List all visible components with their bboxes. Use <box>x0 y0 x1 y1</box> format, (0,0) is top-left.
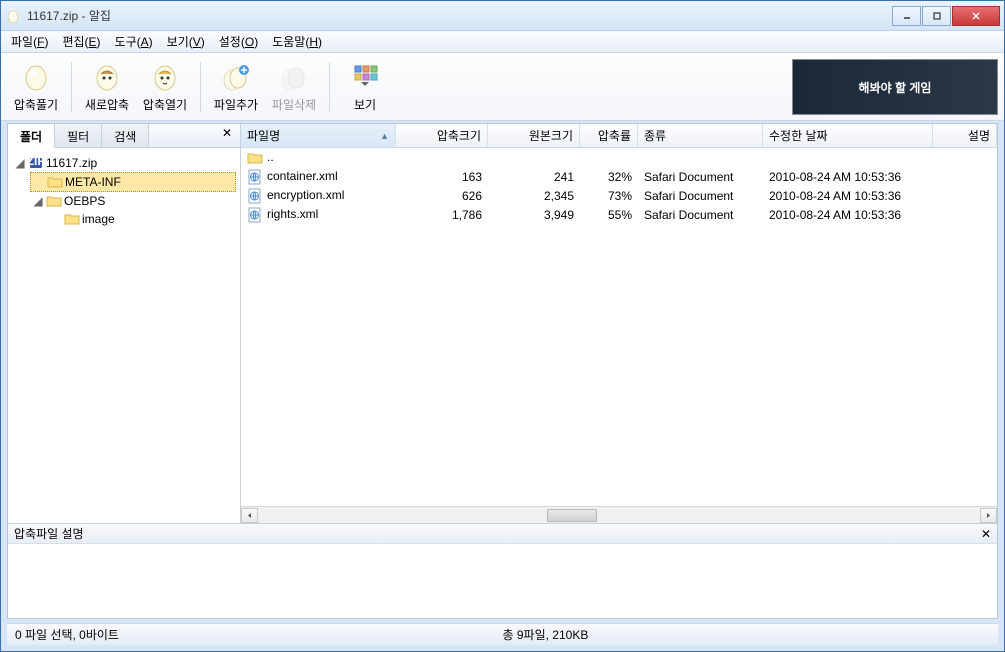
left-panel-tabs: 폴더 필터 검색 ✕ <box>8 124 240 148</box>
window-controls <box>892 6 1000 26</box>
menu-edit[interactable]: 편집(E) <box>56 31 106 52</box>
folder-icon <box>47 174 63 190</box>
horizontal-scrollbar[interactable] <box>241 506 997 523</box>
new-archive-button[interactable]: 새로압축 <box>78 57 136 117</box>
extract-button[interactable]: 압축풀기 <box>7 57 65 117</box>
tree-node-root[interactable]: ◢ ZIP 11617.zip <box>12 154 236 172</box>
view-icon <box>349 60 381 92</box>
menu-view[interactable]: 보기(V) <box>161 31 211 52</box>
statusbar: 0 파일 선택, 0바이트 총 9파일, 210KB <box>7 623 998 645</box>
app-icon <box>5 8 21 24</box>
file-list-panel: 파일명▲ 압축크기 원본크기 압축률 종류 수정한 날짜 설명 .. <box>241 124 997 523</box>
open-archive-icon <box>149 60 181 92</box>
app-window: 11617.zip - 알집 파일(F) 편집(E) 도구(A) 보기(V) 설… <box>0 0 1005 652</box>
new-archive-icon <box>91 60 123 92</box>
tree-node-image[interactable]: image <box>48 210 236 228</box>
column-ratio[interactable]: 압축률 <box>580 124 638 147</box>
content-area: 폴더 필터 검색 ✕ ◢ ZIP 11617.zip <box>7 123 998 619</box>
column-description[interactable]: 설명 <box>933 124 997 147</box>
titlebar[interactable]: 11617.zip - 알집 <box>1 1 1004 31</box>
column-compressed-size[interactable]: 압축크기 <box>396 124 488 147</box>
collapse-icon[interactable]: ◢ <box>32 195 44 207</box>
zip-file-icon: ZIP <box>28 155 44 171</box>
tab-search[interactable]: 검색 <box>102 124 149 147</box>
description-panel: 압축파일 설명 ✕ <box>8 523 997 618</box>
delete-file-button: 파일삭제 <box>265 57 323 117</box>
svg-text:ZIP: ZIP <box>28 155 44 168</box>
view-button[interactable]: 보기 <box>336 57 394 117</box>
description-header: 압축파일 설명 ✕ <box>8 524 997 544</box>
folder-icon <box>46 193 62 209</box>
column-name[interactable]: 파일명▲ <box>241 124 396 147</box>
menu-file[interactable]: 파일(F) <box>5 31 54 52</box>
menu-tools[interactable]: 도구(A) <box>109 31 159 52</box>
scroll-thumb[interactable] <box>547 509 597 522</box>
tree-node-metainf[interactable]: META-INF <box>30 172 236 192</box>
status-selection: 0 파일 선택, 0바이트 <box>15 626 503 643</box>
xml-file-icon <box>247 188 263 204</box>
tab-folder[interactable]: 폴더 <box>8 124 55 148</box>
close-description-button[interactable]: ✕ <box>981 527 991 541</box>
egg-extract-icon <box>20 60 52 92</box>
scroll-left-button[interactable] <box>241 508 258 523</box>
scroll-track[interactable] <box>258 508 980 523</box>
file-row[interactable]: rights.xml 1,786 3,949 55% Safari Docume… <box>241 205 997 224</box>
maximize-button[interactable] <box>922 6 951 26</box>
open-archive-button[interactable]: 압축열기 <box>136 57 194 117</box>
sort-asc-icon: ▲ <box>380 131 389 141</box>
scroll-right-button[interactable] <box>980 508 997 523</box>
menubar: 파일(F) 편집(E) 도구(A) 보기(V) 설정(O) 도움말(H) <box>1 31 1004 53</box>
toolbar-separator <box>200 62 201 112</box>
file-list[interactable]: .. container.xml 163 241 32% Safari Docu <box>241 148 997 506</box>
folder-tree[interactable]: ◢ ZIP 11617.zip META-INF ◢ O <box>8 148 240 523</box>
tab-filter[interactable]: 필터 <box>55 124 102 147</box>
column-date[interactable]: 수정한 날짜 <box>763 124 933 147</box>
add-file-icon <box>220 60 252 92</box>
close-button[interactable] <box>952 6 1000 26</box>
description-title: 압축파일 설명 <box>14 525 84 542</box>
folder-up-icon <box>247 150 263 166</box>
toolbar-separator <box>71 62 72 112</box>
main-split: 폴더 필터 검색 ✕ ◢ ZIP 11617.zip <box>8 124 997 523</box>
add-file-button[interactable]: 파일추가 <box>207 57 265 117</box>
folder-icon <box>64 211 80 227</box>
ad-banner[interactable]: 해봐야 할 게임 <box>792 59 998 115</box>
menu-help[interactable]: 도움말(H) <box>266 31 328 52</box>
delete-file-icon <box>278 60 310 92</box>
file-row[interactable]: container.xml 163 241 32% Safari Documen… <box>241 167 997 186</box>
toolbar: 압축풀기 새로압축 압축열기 파일추가 파일삭제 <box>1 53 1004 121</box>
close-panel-button[interactable]: ✕ <box>214 124 240 147</box>
column-type[interactable]: 종류 <box>638 124 763 147</box>
column-original-size[interactable]: 원본크기 <box>488 124 580 147</box>
xml-file-icon <box>247 207 263 223</box>
minimize-button[interactable] <box>892 6 921 26</box>
file-row-parent[interactable]: .. <box>241 148 997 167</box>
status-total: 총 9파일, 210KB <box>503 626 589 643</box>
menu-settings[interactable]: 설정(O) <box>213 31 264 52</box>
file-row[interactable]: encryption.xml 626 2,345 73% Safari Docu… <box>241 186 997 205</box>
tree-node-oebps[interactable]: ◢ OEBPS <box>30 192 236 210</box>
toolbar-separator <box>329 62 330 112</box>
file-list-header: 파일명▲ 압축크기 원본크기 압축률 종류 수정한 날짜 설명 <box>241 124 997 148</box>
folder-panel: 폴더 필터 검색 ✕ ◢ ZIP 11617.zip <box>8 124 241 523</box>
window-title: 11617.zip - 알집 <box>27 7 892 24</box>
description-body[interactable] <box>8 544 997 618</box>
collapse-icon[interactable]: ◢ <box>14 157 26 169</box>
xml-file-icon <box>247 169 263 185</box>
